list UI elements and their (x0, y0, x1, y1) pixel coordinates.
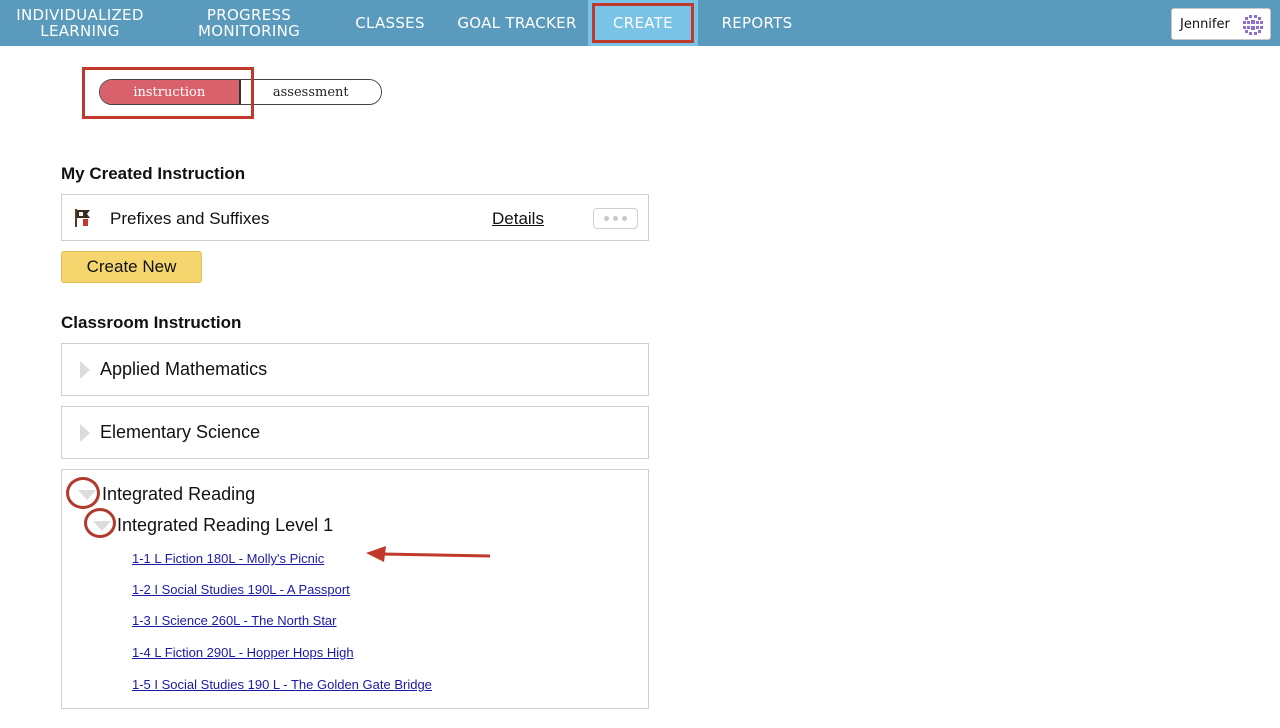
my-created-heading: My Created Instruction (61, 164, 246, 183)
more-options-button[interactable] (593, 208, 638, 229)
user-menu-button[interactable]: Jennifer (1171, 8, 1271, 40)
nav-label: PROGRESS (206, 6, 292, 24)
dot-icon (604, 216, 609, 221)
expand-arrow-icon (80, 361, 90, 379)
expand-arrow-icon (80, 424, 90, 442)
dot-icon (613, 216, 618, 221)
lesson-link[interactable]: 1-3 I Science 260L - The North Star (132, 613, 337, 628)
nav-individualized-learning[interactable]: INDIVIDUALIZED LEARNING (0, 0, 160, 46)
flag-icon (75, 209, 90, 227)
mode-toggle: instruction assessment (99, 79, 382, 105)
nav-classes[interactable]: CLASSES (346, 0, 434, 46)
nav-progress-monitoring[interactable]: PROGRESS MONITORING (180, 0, 318, 46)
nav-label: CREATE (613, 14, 673, 32)
class-title: Elementary Science (100, 422, 261, 442)
lesson-link[interactable]: 1-2 I Social Studies 190L - A Passport (132, 582, 350, 597)
user-name: Jennifer (1180, 16, 1230, 32)
nav-label: INDIVIDUALIZED (16, 6, 144, 24)
class-row-applied-mathematics[interactable]: Applied Mathematics (61, 343, 649, 396)
nav-label: REPORTS (721, 14, 793, 32)
nav-label: CLASSES (355, 14, 425, 32)
instruction-toggle[interactable]: instruction (100, 80, 241, 104)
nav-create[interactable]: CREATE (588, 0, 698, 46)
nav-goal-tracker[interactable]: GOAL TRACKER (448, 0, 586, 46)
class-title[interactable]: Integrated Reading (102, 484, 255, 505)
create-new-button[interactable]: Create New (61, 251, 202, 283)
nav-reports[interactable]: REPORTS (712, 0, 802, 46)
lesson-link[interactable]: 1-4 L Fiction 290L - Hopper Hops High (132, 645, 354, 660)
class-row-integrated-reading: Integrated Reading Integrated Reading Le… (61, 469, 649, 709)
lesson-link[interactable]: 1-1 L Fiction 180L - Molly's Picnic (132, 551, 324, 566)
collapse-arrow-icon[interactable] (78, 490, 96, 500)
avatar (1240, 12, 1266, 38)
nav-label: MONITORING (197, 22, 301, 40)
nav-label: LEARNING (40, 22, 120, 40)
classroom-heading: Classroom Instruction (61, 313, 242, 332)
nav-label: GOAL TRACKER (457, 14, 577, 32)
class-row-elementary-science[interactable]: Elementary Science (61, 406, 649, 459)
details-link[interactable]: Details (492, 209, 544, 229)
class-title: Applied Mathematics (100, 359, 268, 379)
created-item-row: Prefixes and Suffixes Details (61, 194, 649, 241)
collapse-arrow-icon[interactable] (93, 521, 111, 531)
lesson-link[interactable]: 1-5 I Social Studies 190 L - The Golden … (132, 677, 432, 692)
created-item-title: Prefixes and Suffixes (110, 209, 270, 228)
level-title[interactable]: Integrated Reading Level 1 (117, 515, 333, 536)
dot-icon (622, 216, 627, 221)
pointer-arrow-icon (366, 546, 491, 562)
assessment-toggle[interactable]: assessment (240, 80, 381, 104)
top-nav-bar: INDIVIDUALIZED LEARNING PROGRESS MONITORIN… (0, 0, 1280, 46)
